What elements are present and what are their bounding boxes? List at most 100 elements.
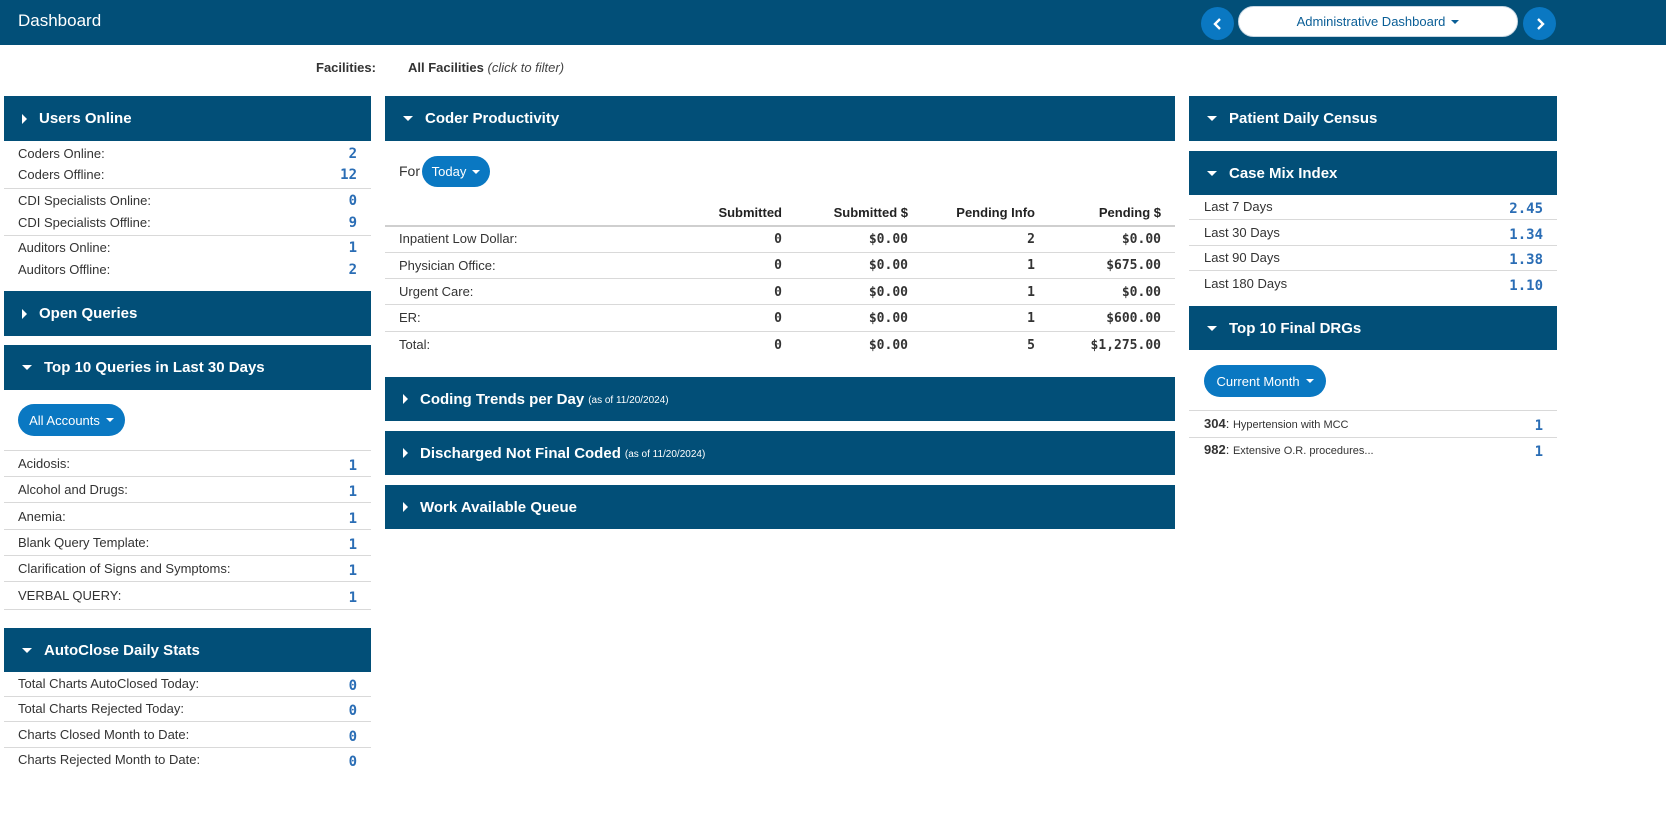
column-header: Submitted $: [833, 205, 908, 220]
next-dashboard-button[interactable]: [1523, 7, 1556, 40]
cell: 0: [774, 258, 782, 273]
divider: [4, 529, 371, 530]
row-label: Coders Online:: [18, 146, 105, 161]
coder-productivity-title: Coder Productivity: [425, 110, 560, 127]
users-online-title: Users Online: [39, 110, 132, 127]
row-value: 0: [348, 703, 357, 719]
row-label: Acidosis:: [18, 456, 71, 471]
list-item: Blank Query Template: 1: [18, 535, 357, 553]
cell: 2: [1027, 232, 1035, 247]
divider: [385, 331, 1175, 332]
row-value: 1: [348, 590, 357, 606]
facilities-hint: (click to filter): [487, 60, 565, 75]
row-value: 1.10: [1509, 278, 1543, 294]
census-header[interactable]: Patient Daily Census: [1189, 96, 1557, 141]
coding-trends-header[interactable]: Coding Trends per Day (as of 11/20/2024): [385, 377, 1175, 421]
users-online-header[interactable]: Users Online: [4, 96, 371, 141]
row-label: Total:: [399, 337, 431, 352]
divider: [385, 304, 1175, 305]
period-dropdown-label: Today: [431, 164, 467, 179]
row-value: 1.34: [1509, 227, 1543, 243]
collapse-icon: [1207, 170, 1217, 176]
list-item: Last 90 Days 1.38: [1204, 250, 1543, 268]
row-value: 0: [348, 729, 357, 745]
cell: $0.00: [868, 232, 908, 247]
expand-icon: [403, 394, 408, 404]
list-item: Alcohol and Drugs: 1: [18, 482, 357, 500]
drgs-header[interactable]: Top 10 Final DRGs: [1189, 306, 1557, 350]
cell: $0.00: [868, 338, 908, 353]
row-label: Auditors Online:: [18, 240, 111, 255]
divider: [1189, 410, 1557, 411]
autoclose-header[interactable]: AutoClose Daily Stats: [4, 628, 371, 672]
row-label: Charts Rejected Month to Date:: [18, 752, 201, 767]
accounts-filter-dropdown[interactable]: All Accounts: [18, 404, 125, 436]
work-queue-title: Work Available Queue: [420, 498, 577, 516]
row-label: Physician Office:: [399, 258, 496, 273]
coder-productivity-header[interactable]: Coder Productivity: [385, 96, 1175, 141]
list-item: Auditors Online: 1: [18, 240, 357, 256]
discharged-header[interactable]: Discharged Not Final Coded (as of 11/20/…: [385, 431, 1175, 475]
row-label: Inpatient Low Dollar:: [399, 231, 518, 246]
cell: $0.00: [868, 258, 908, 273]
row-value: 1: [348, 563, 357, 579]
cell: $1,275.00: [1090, 338, 1161, 353]
drg-description: Extensive O.R. procedures...: [1232, 445, 1374, 457]
cell: $675.00: [1106, 258, 1161, 273]
row-value: 1: [348, 240, 357, 256]
facilities-label: Facilities:: [316, 60, 376, 75]
drg-period-label: Current Month: [1216, 373, 1300, 389]
row-label: Last 90 Days: [1204, 250, 1280, 265]
cell: 1: [1027, 311, 1035, 326]
cell: 0: [774, 285, 782, 300]
open-queries-header[interactable]: Open Queries: [4, 291, 371, 336]
row-label: Coders Offline:: [18, 167, 105, 182]
row-label: Last 7 Days: [1204, 199, 1273, 214]
list-item: Charts Rejected Month to Date: 0: [18, 752, 357, 770]
row-value: 2.45: [1509, 201, 1543, 217]
column-header: Pending $: [1098, 205, 1161, 220]
prev-dashboard-button[interactable]: [1201, 7, 1234, 40]
row-value: 1: [1534, 444, 1543, 460]
divider: [4, 747, 371, 748]
row-value: 0: [348, 678, 357, 694]
list-item: Total Charts AutoClosed Today: 0: [18, 676, 357, 694]
divider: [385, 278, 1175, 279]
list-item: Last 180 Days 1.10: [1204, 276, 1543, 294]
row-label: Auditors Offline:: [18, 262, 111, 277]
row-label: Charts Closed Month to Date:: [18, 727, 190, 742]
row-label: Urgent Care:: [399, 284, 474, 299]
drgs-title: Top 10 Final DRGs: [1229, 319, 1362, 337]
dashboard-select[interactable]: Administrative Dashboard: [1238, 6, 1518, 37]
row-label: Clarification of Signs and Symptoms:: [18, 561, 231, 576]
discharged-title: Discharged Not Final Coded: [420, 444, 621, 462]
divider: [1189, 437, 1557, 438]
divider: [385, 252, 1175, 253]
caret-down-icon: [1451, 19, 1460, 24]
for-label: For: [399, 163, 420, 179]
cell: $600.00: [1106, 311, 1161, 326]
list-item: Last 7 Days 2.45: [1204, 199, 1543, 217]
row-label: VERBAL QUERY:: [18, 588, 122, 603]
list-item: Coders Online: 2: [18, 146, 357, 162]
collapse-icon: [22, 365, 32, 370]
row-label: Last 30 Days: [1204, 225, 1280, 240]
column-header: Submitted: [718, 205, 782, 220]
case-mix-title: Case Mix Index: [1229, 164, 1338, 182]
period-dropdown[interactable]: Today: [422, 156, 490, 187]
discharged-date: (as of 11/20/2024): [624, 449, 706, 460]
divider: [4, 555, 371, 556]
row-value: 0: [348, 193, 357, 209]
facilities-filter[interactable]: All Facilities (click to filter): [408, 60, 564, 75]
case-mix-header[interactable]: Case Mix Index: [1189, 151, 1557, 195]
collapse-icon: [22, 647, 32, 653]
chevron-right-icon: [1536, 17, 1545, 30]
divider: [1189, 270, 1557, 271]
list-item: Last 30 Days 1.34: [1204, 225, 1543, 243]
work-queue-header[interactable]: Work Available Queue: [385, 485, 1175, 529]
drg-period-dropdown[interactable]: Current Month: [1204, 365, 1326, 397]
expand-icon: [403, 448, 408, 458]
column-header: Pending Info: [956, 205, 1035, 220]
collapse-icon: [1207, 325, 1217, 331]
top-queries-header[interactable]: Top 10 Queries in Last 30 Days: [4, 345, 371, 390]
